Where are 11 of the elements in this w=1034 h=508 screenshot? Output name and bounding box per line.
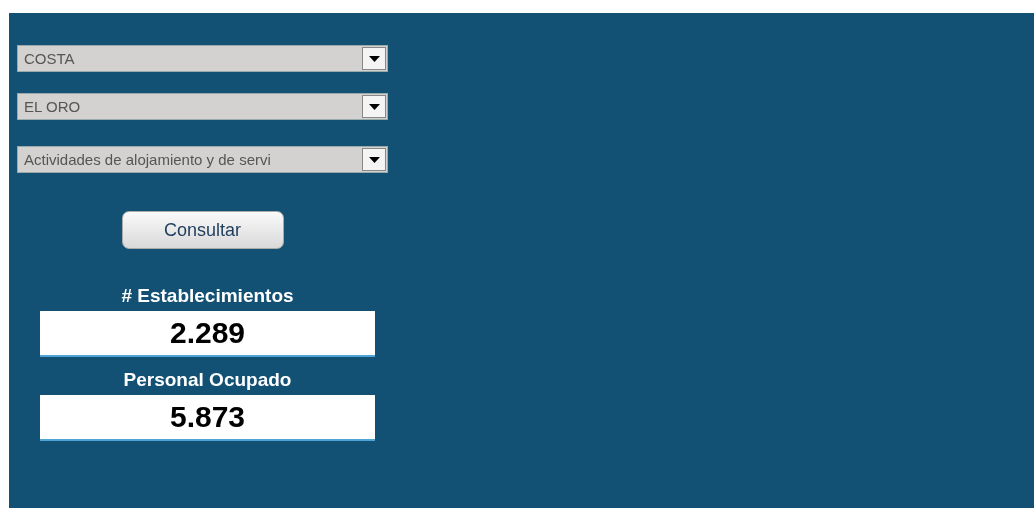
dropdown[interactable]: EL ORO [17, 93, 388, 120]
metric-label: Personal Ocupado [122, 369, 293, 391]
caret-icon [368, 55, 380, 62]
metric-value: 2.289 [40, 311, 375, 357]
metric-value: 5.873 [40, 395, 375, 441]
consult-button[interactable]: Consultar [121, 211, 284, 249]
dropdown[interactable]: COSTA [17, 45, 388, 72]
metric-label: # Establecimientos [120, 285, 295, 307]
dropdown[interactable]: Actividades de alojamiento y de servi [17, 146, 388, 173]
caret-icon [368, 156, 380, 163]
caret-icon [368, 103, 380, 110]
